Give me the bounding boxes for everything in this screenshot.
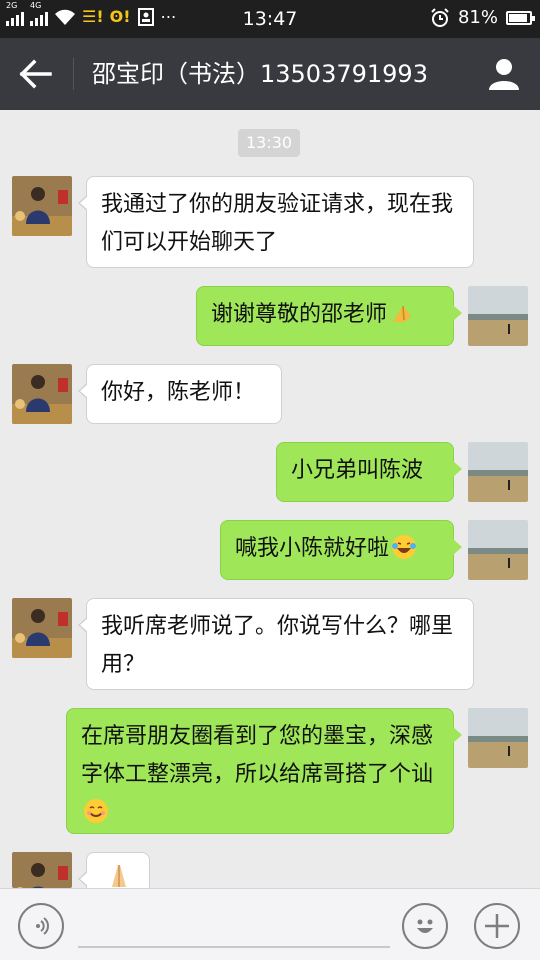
message-text: 喊我小陈就好啦 (235, 536, 390, 561)
folded-hands-icon (112, 865, 126, 887)
message-text: 你好，陈老师！ (101, 380, 256, 405)
message-text: 我通过了你的朋友验证请求，现在我们可以开始聊天了 (101, 192, 454, 255)
contact-avatar[interactable] (12, 852, 72, 888)
my-avatar[interactable] (468, 708, 528, 768)
alarm-icon (431, 7, 449, 27)
back-arrow-icon[interactable] (18, 58, 54, 90)
incoming-message-bubble[interactable]: 我听席老师说了。你说写什么？哪里用？ (78, 598, 474, 690)
message-text: 在席哥朋友圈看到了您的墨宝，深感字体工整漂亮，所以给席哥搭了个讪 (81, 724, 434, 787)
contact-profile-icon[interactable] (486, 56, 522, 92)
message-timestamp: 13:30 (238, 129, 300, 157)
status-bar: 2G 4G ☰! ʘ! ⋯ 13:47 81% (0, 0, 540, 38)
plus-icon (485, 914, 509, 938)
emoji-button[interactable] (402, 903, 448, 949)
message-text: 谢谢尊敬的邵老师 (211, 302, 388, 327)
outgoing-message-bubble[interactable]: 小兄弟叫陈波 (276, 442, 462, 502)
outgoing-message-bubble[interactable]: 喊我小陈就好啦 (220, 520, 462, 580)
battery-percent: 81% (457, 7, 498, 28)
outgoing-message-bubble[interactable]: 谢谢尊敬的邵老师 (196, 286, 462, 346)
incoming-message-bubble[interactable] (78, 852, 150, 888)
contact-avatar[interactable] (12, 176, 72, 236)
smiling-face-icon (84, 799, 108, 823)
input-bar (0, 888, 540, 960)
smiley-icon (417, 919, 433, 933)
message-text: 小兄弟叫陈波 (291, 458, 424, 483)
message-input[interactable] (78, 946, 390, 948)
voice-icon (36, 917, 49, 935)
contact-avatar[interactable] (12, 598, 72, 658)
message-text: 我听席老师说了。你说写什么？哪里用？ (101, 614, 454, 677)
my-avatar[interactable] (468, 520, 528, 580)
incoming-message-bubble[interactable]: 我通过了你的朋友验证请求，现在我们可以开始聊天了 (78, 176, 474, 268)
status-icons-right: 81% (430, 7, 535, 28)
contact-avatar[interactable] (12, 364, 72, 424)
my-avatar[interactable] (468, 442, 528, 502)
my-avatar[interactable] (468, 286, 528, 346)
voice-input-button[interactable] (18, 903, 64, 949)
outgoing-message-bubble[interactable]: 在席哥朋友圈看到了您的墨宝，深感字体工整漂亮，所以给席哥搭了个讪 (66, 708, 462, 834)
folded-hands-icon (393, 305, 412, 322)
chat-header: 邵宝印（书法）13503791993 (0, 38, 540, 110)
battery-icon (506, 10, 535, 25)
incoming-message-bubble[interactable]: 你好，陈老师！ (78, 364, 282, 424)
chat-title: 邵宝印（书法）13503791993 (92, 60, 428, 88)
more-options-button[interactable] (474, 903, 520, 949)
header-divider (73, 58, 74, 90)
laughing-tears-icon (392, 535, 417, 559)
